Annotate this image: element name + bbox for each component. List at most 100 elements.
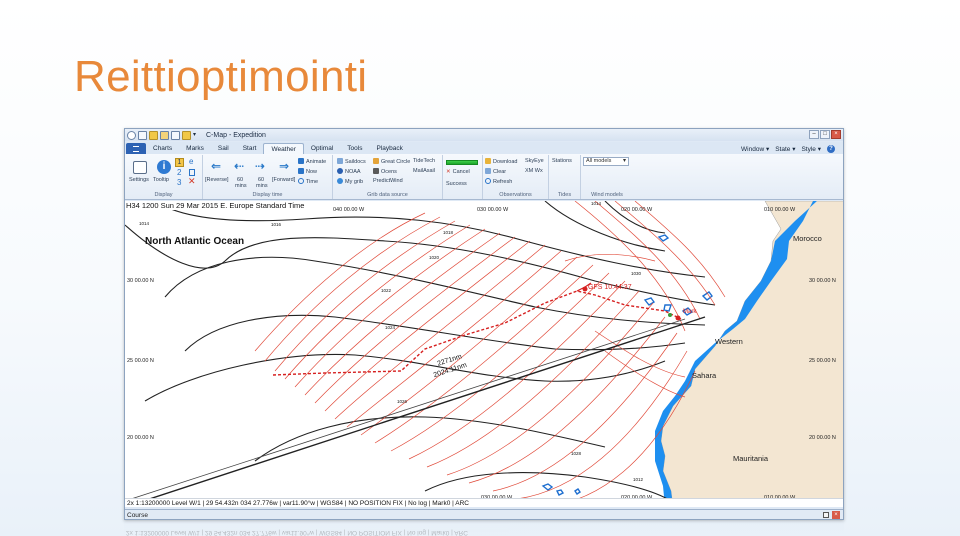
isobar-label: 1014 [139,221,150,226]
app-logo-icon[interactable] [127,130,136,140]
saildocs-icon [337,158,343,164]
my-grib-label: My grib [345,179,364,185]
globe-icon [337,178,343,184]
download-button[interactable]: Download [485,158,517,166]
forward-button[interactable]: [Forward] [272,177,295,184]
observations-group: Download SkyEye Clear XM Wx Refresh Obse… [483,155,549,199]
gfs-waypoint-marker [582,286,588,292]
tab-sail[interactable]: Sail [211,143,236,154]
reverse-button[interactable]: [Reverse] [205,177,229,184]
mailasail-button[interactable]: MailAsail [413,168,435,175]
cursor-icon[interactable] [149,130,158,140]
wind-models-select[interactable]: All models [583,157,629,166]
tab-start[interactable]: Start [236,143,264,154]
dropdown-icon[interactable]: ▾ [193,131,202,140]
ocens-label: Ocens [381,169,397,175]
predictwind-button[interactable]: PredictWind [373,178,403,185]
time-label: Time [306,179,319,185]
display-2-button[interactable]: 2 [177,169,181,177]
skyeye-button[interactable]: SkyEye [525,158,544,165]
isochrone [274,220,456,372]
cancel-label: Cancel [452,169,470,175]
info-icon[interactable]: i [157,160,171,174]
refresh-label: Refresh [493,179,513,185]
chart-map[interactable]: H34 1200 Sun 29 Mar 2015 E. Europe Stand… [125,201,843,507]
isochrone [304,232,501,396]
refresh-button[interactable]: Refresh [485,178,512,186]
grid-icon[interactable] [182,130,191,140]
download-status-group: ✕ Cancel Success [443,155,483,199]
reverse-arrow-icon[interactable]: ⇐ [211,160,221,172]
display-3-button[interactable]: 3 [177,179,181,187]
settings-button[interactable]: Settings [129,177,149,184]
close-icon[interactable]: × [831,130,841,139]
clock-icon [298,178,304,184]
refresh-icon [485,178,491,184]
expedition-window: ▾ C-Map - Expedition – □ × Charts Marks … [124,128,844,520]
tab-weather[interactable]: Weather [263,143,304,154]
great-circle-label: Great Circle [381,159,411,165]
delete-x-icon[interactable]: ✕ [188,177,196,186]
saildocs-button[interactable]: Saildocs [337,158,366,166]
tides-group: Stations Tides [549,155,581,199]
tab-charts[interactable]: Charts [146,143,179,154]
great-circle-button[interactable]: Great Circle [373,158,410,166]
cape-verde-island [574,488,581,495]
back-60-unit: mins [235,183,247,189]
lat-label-25n: 25 00.00 N [127,358,154,364]
lat-label-20n: 20 00.00 N [127,435,154,441]
zoom-icon[interactable] [138,130,147,140]
tooltip-button[interactable]: Tooltip [153,177,169,184]
xmwx-button[interactable]: XM Wx [525,168,543,175]
clear-button[interactable]: Clear [485,168,506,176]
start-mark-marker [668,313,672,317]
minimize-icon[interactable]: – [809,130,819,139]
document-icon[interactable] [189,169,195,176]
isobar-label: 1022 [381,288,392,293]
course-close-icon[interactable]: × [832,511,840,519]
display-time-label: Display time [252,192,283,198]
isobar-label: 1030 [631,271,642,276]
maximize-icon[interactable]: □ [820,130,830,139]
noaa-label: NOAA [345,169,361,175]
help-icon[interactable]: ? [827,144,835,153]
folder-icon[interactable] [160,130,169,140]
stations-button[interactable]: Stations [552,158,572,165]
tab-marks[interactable]: Marks [179,143,211,154]
canary-island [663,304,672,312]
time-button[interactable]: Time [298,178,318,186]
tab-optimal[interactable]: Optimal [304,143,340,154]
animate-button[interactable]: Animate [298,158,326,166]
noaa-button[interactable]: NOAA [337,168,361,176]
clear-icon [485,168,491,174]
pin-icon[interactable] [823,512,829,518]
animate-icon [298,158,304,164]
tab-playback[interactable]: Playback [369,143,409,154]
app-menu-button[interactable] [126,143,146,154]
forward-60-unit: mins [256,183,268,189]
isochrone [426,290,640,468]
isobar [254,416,606,462]
display-1-button[interactable]: 1 [175,158,184,167]
back-60-arrow-icon[interactable]: ⇠ [234,160,244,172]
lat-label-right-20n: 20 00.00 N [809,435,836,441]
lat-label-right-30n: 30 00.00 N [809,278,836,284]
isobar [164,256,706,326]
ruler-icon[interactable] [171,130,180,140]
forward-arrow-icon[interactable]: ⇒ [279,160,289,172]
isobar-label: 1014 [591,201,602,206]
tab-tools[interactable]: Tools [340,143,369,154]
forward-60-arrow-icon[interactable]: ⇢ [255,160,265,172]
lon-label-top-020w: 020 00.00 W [621,207,653,213]
settings-icon[interactable] [133,161,147,174]
my-grib-button[interactable]: My grib [337,178,363,186]
style-menu[interactable]: Style ▾ [801,145,821,153]
state-menu[interactable]: State ▾ [775,145,795,153]
window-menu[interactable]: Window ▾ [741,145,769,153]
letter-e-button[interactable]: e [189,158,193,166]
cancel-button[interactable]: ✕ Cancel [446,169,470,176]
land-label-morocco: Morocco [793,234,822,243]
ocens-button[interactable]: Ocens [373,168,397,176]
tidetech-button[interactable]: TideTech [413,158,435,165]
now-button[interactable]: Now [298,168,317,176]
